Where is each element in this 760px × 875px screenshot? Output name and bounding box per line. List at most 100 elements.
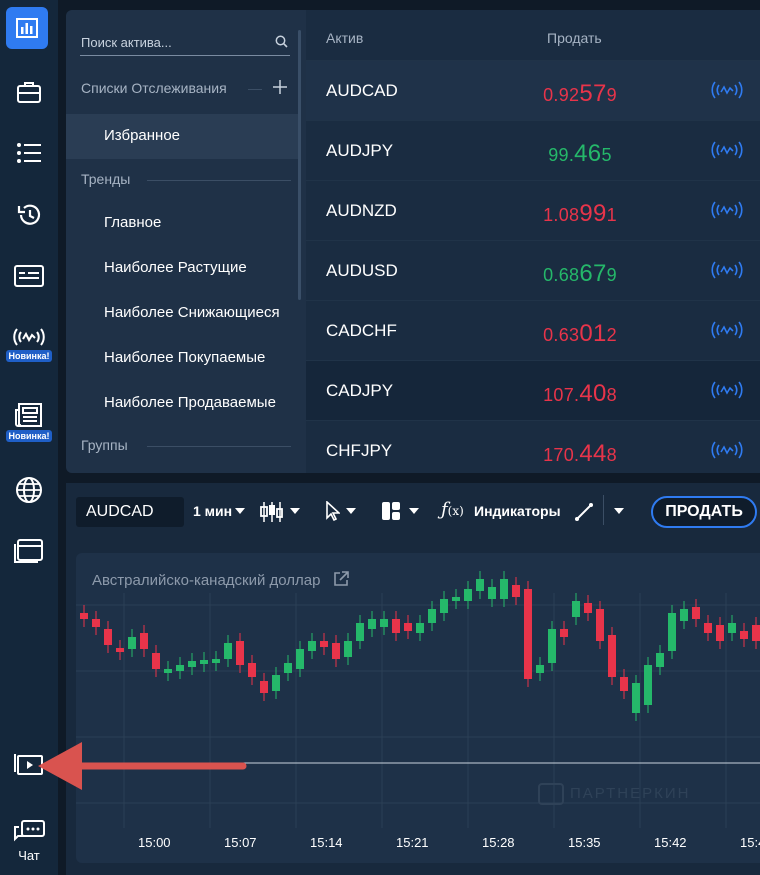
table-row[interactable]: AUDJPY 99.465 xyxy=(306,120,760,180)
chevron-down-icon[interactable] xyxy=(235,508,245,514)
window-icon[interactable] xyxy=(0,538,58,564)
table-row[interactable]: AUDNZD 1.08991 xyxy=(306,180,760,240)
function-icon[interactable]: ƒ(x) xyxy=(441,499,464,520)
asset-name: CHFJPY xyxy=(326,441,393,460)
table-row[interactable]: CHFJPY 170.448 xyxy=(306,420,760,473)
candle-down xyxy=(692,607,700,619)
time-label: 15:21 xyxy=(396,835,429,850)
column-header-asset[interactable]: Актив xyxy=(326,30,363,46)
chevron-down-icon[interactable] xyxy=(290,508,300,514)
time-label: 15:4 xyxy=(740,835,760,850)
add-watchlist-icon[interactable] xyxy=(273,80,287,99)
signals-icon[interactable] xyxy=(710,79,744,106)
list-icon[interactable] xyxy=(0,142,58,164)
cursor-icon[interactable] xyxy=(326,500,342,526)
payment-card-icon[interactable] xyxy=(0,264,58,288)
watchlist-item-favorites[interactable]: Избранное xyxy=(104,127,180,144)
briefcase-icon[interactable] xyxy=(0,80,58,104)
candle-down xyxy=(92,619,100,627)
candle-down xyxy=(140,633,148,649)
candle-up xyxy=(296,649,304,669)
candle-up xyxy=(188,661,196,667)
candle-down xyxy=(80,613,88,619)
asset-price: 0.92579 xyxy=(543,80,617,107)
asset-name: AUDUSD xyxy=(326,261,398,280)
new-badge: Новинка! xyxy=(6,430,52,442)
candle-up xyxy=(632,683,640,713)
candles-layer xyxy=(76,571,760,828)
table-row[interactable]: AUDCAD 0.92579 xyxy=(306,60,760,120)
signals-icon[interactable] xyxy=(710,259,744,286)
sell-button[interactable]: ПРОДАТЬ xyxy=(651,496,757,528)
asset-name: CADCHF xyxy=(326,321,397,340)
candle-down xyxy=(560,629,568,637)
scrollbar[interactable] xyxy=(298,30,301,300)
candle-up xyxy=(464,589,472,601)
trend-item-main[interactable]: Главное xyxy=(104,214,161,231)
trend-item-top-losers[interactable]: Наиболее Снижающиеся xyxy=(104,304,280,321)
trends-header-label: Тренды xyxy=(81,171,131,187)
candle-down xyxy=(608,635,616,677)
chevron-down-icon[interactable] xyxy=(409,508,419,514)
signals-icon[interactable] xyxy=(710,379,744,406)
globe-icon[interactable] xyxy=(0,476,58,504)
chart-icon[interactable] xyxy=(6,7,48,49)
signals-icon[interactable]: Новинка! xyxy=(0,326,58,362)
asset-name: CADJPY xyxy=(326,381,394,400)
candle-down xyxy=(512,585,520,597)
news-icon[interactable]: Новинка! xyxy=(0,402,58,442)
column-header-sell[interactable]: Продать xyxy=(547,30,602,46)
asset-name: AUDJPY xyxy=(326,141,394,160)
table-row[interactable]: CADJPY 107.408 xyxy=(306,360,760,420)
candle-up xyxy=(128,637,136,649)
search-input[interactable]: Поиск актива... xyxy=(80,32,290,56)
indicators-button[interactable]: Индикаторы xyxy=(474,503,561,519)
candle-down xyxy=(584,603,592,613)
trend-item-most-bought[interactable]: Наиболее Покупаемые xyxy=(104,349,265,366)
table-row[interactable]: AUDUSD 0.68679 xyxy=(306,240,760,300)
candle-up xyxy=(344,641,352,657)
draw-line-icon[interactable] xyxy=(574,502,594,527)
chat-icon[interactable]: Чат xyxy=(0,820,58,863)
candle-down xyxy=(248,663,256,677)
candle-up xyxy=(500,579,508,599)
candle-up xyxy=(164,669,172,673)
groups-header: Группы xyxy=(81,437,291,453)
candlestick-chart[interactable]: Австралийско-канадский доллар ПАРТНЕРКИН… xyxy=(76,553,760,863)
signals-icon[interactable] xyxy=(710,439,744,466)
time-label: 15:28 xyxy=(482,835,515,850)
chevron-down-icon[interactable] xyxy=(346,508,356,514)
candle-up xyxy=(476,579,484,591)
trends-header: Тренды xyxy=(81,171,291,187)
history-icon[interactable] xyxy=(0,203,58,227)
search-icon[interactable] xyxy=(275,35,288,51)
table-row[interactable]: CADCHF 0.63012 xyxy=(306,300,760,360)
signals-icon[interactable] xyxy=(710,199,744,226)
candle-up xyxy=(224,643,232,659)
candle-up xyxy=(728,623,736,633)
groups-header-label: Группы xyxy=(81,437,128,453)
candle-up xyxy=(272,675,280,691)
candle-down xyxy=(332,643,340,659)
candle-up xyxy=(548,629,556,663)
candle-up xyxy=(644,665,652,705)
candle-down xyxy=(596,609,604,641)
candle-up xyxy=(668,613,676,651)
watermark: ПАРТНЕРКИН xyxy=(538,783,690,805)
layout-icon[interactable] xyxy=(381,501,401,526)
trend-item-top-gainers[interactable]: Наиболее Растущие xyxy=(104,259,247,276)
signals-icon[interactable] xyxy=(710,139,744,166)
chevron-down-icon[interactable] xyxy=(614,508,624,514)
asset-price: 99.465 xyxy=(548,140,612,167)
video-icon[interactable] xyxy=(0,752,58,776)
timeframe-selector[interactable]: 1 мин xyxy=(193,503,232,519)
divider xyxy=(248,81,262,90)
trend-item-most-sold[interactable]: Наиболее Продаваемые xyxy=(104,394,276,411)
candles-icon[interactable] xyxy=(259,501,283,528)
candle-up xyxy=(308,641,316,651)
candle-down xyxy=(620,677,628,691)
time-label: 15:14 xyxy=(310,835,343,850)
signals-icon[interactable] xyxy=(710,319,744,346)
asset-selector[interactable]: AUDCAD xyxy=(76,497,184,527)
asset-name: AUDNZD xyxy=(326,201,397,220)
